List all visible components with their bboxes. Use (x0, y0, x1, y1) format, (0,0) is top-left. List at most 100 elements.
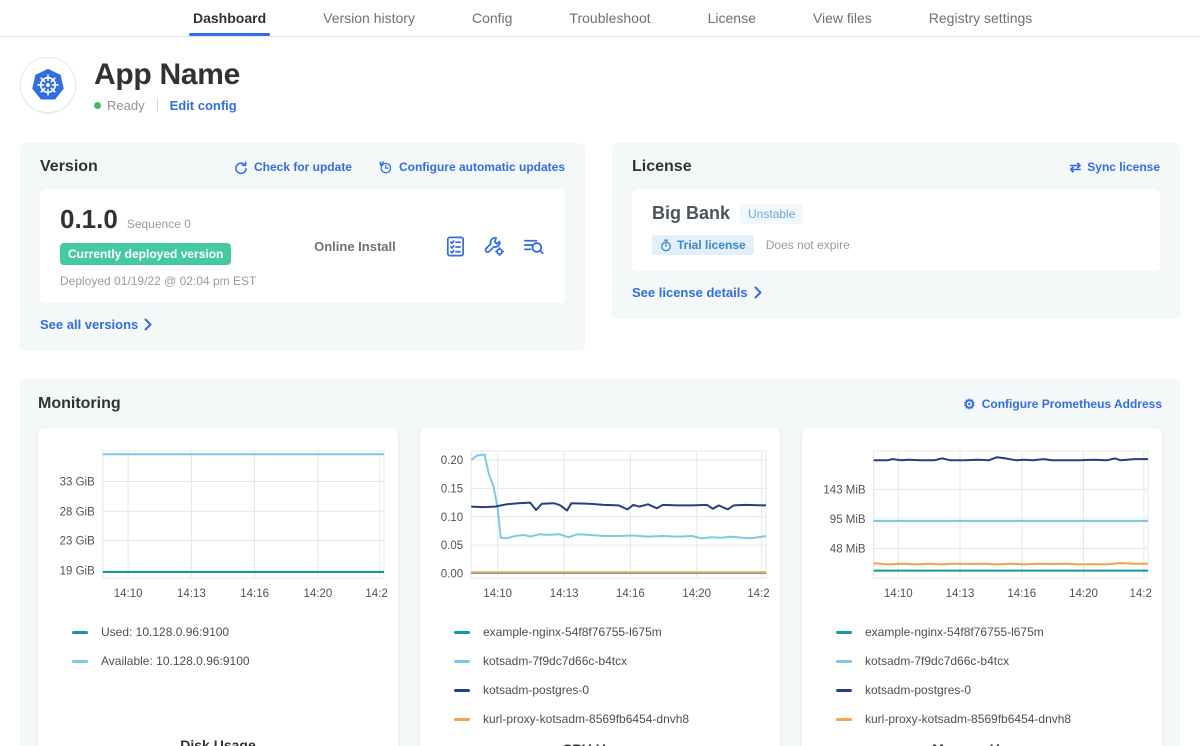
legend-swatch (836, 660, 852, 663)
memory-usage-chart: 143 MiB95 MiB48 MiB14:1014:1314:1614:201… (812, 442, 1152, 609)
svg-text:14:13: 14:13 (550, 588, 579, 600)
memory-usage-chart-card: 143 MiB95 MiB48 MiB14:1014:1314:1614:201… (802, 428, 1162, 746)
legend-item: kotsadm-7f9dc7d66c-b4tcx (836, 654, 1154, 668)
legend-label: kotsadm-postgres-0 (865, 683, 971, 697)
chart-legend: example-nginx-54f8f76755-l675m kotsadm-7f… (836, 625, 1154, 741)
tab-view-files[interactable]: View files (813, 0, 872, 36)
gear-icon: ⚙ (963, 397, 976, 411)
license-expiry: Does not expire (766, 238, 850, 252)
legend-item: Available: 10.128.0.96:9100 (72, 654, 390, 668)
kubernetes-icon (27, 64, 69, 106)
tab-troubleshoot[interactable]: Troubleshoot (569, 0, 650, 36)
app-logo (20, 57, 76, 113)
clock-refresh-icon (378, 160, 393, 175)
legend-swatch (454, 718, 470, 721)
svg-text:14:16: 14:16 (616, 588, 645, 600)
svg-text:95 MiB: 95 MiB (830, 514, 866, 526)
configure-auto-updates-link[interactable]: Configure automatic updates (378, 160, 565, 175)
svg-text:19 GiB: 19 GiB (60, 565, 95, 577)
license-section-title: License (632, 158, 692, 176)
legend-item: kotsadm-7f9dc7d66c-b4tcx (454, 654, 772, 668)
svg-text:0.15: 0.15 (441, 483, 463, 495)
disk-usage-chart: 33 GiB 28 GiB 23 GiB 19 GiB 14:10 14:13 14:16 1… (48, 442, 388, 609)
legend-label: Used: 10.128.0.96:9100 (101, 625, 229, 639)
version-card: Version Check for update Configure autom… (20, 143, 585, 351)
cpu-usage-chart: 0.20 0.15 0.10 0.05 0.00 14:10 14:13 14:16 14:20… (430, 442, 770, 609)
legend-item: example-nginx-54f8f76755-l675m (454, 625, 772, 639)
svg-text:14:10: 14:10 (483, 588, 512, 600)
svg-text:48 MiB: 48 MiB (830, 543, 866, 555)
svg-text:14:23: 14:23 (747, 588, 770, 600)
svg-text:14:16: 14:16 (240, 588, 269, 600)
svg-text:23 GiB: 23 GiB (60, 536, 95, 548)
configure-prometheus-link[interactable]: ⚙ Configure Prometheus Address (963, 397, 1162, 411)
app-status: Ready (107, 98, 145, 113)
legend-swatch (72, 660, 88, 663)
svg-text:14:10: 14:10 (884, 588, 913, 600)
legend-item: Used: 10.128.0.96:9100 (72, 625, 390, 639)
svg-text:14:16: 14:16 (1007, 588, 1036, 600)
chart-legend: example-nginx-54f8f76755-l675m kotsadm-7f… (454, 625, 772, 741)
legend-item: kotsadm-postgres-0 (454, 683, 772, 697)
edit-config-gear-icon[interactable] (483, 235, 506, 258)
svg-text:28 GiB: 28 GiB (60, 506, 95, 518)
svg-text:14:10: 14:10 (114, 588, 143, 600)
legend-swatch (72, 631, 88, 634)
svg-text:0.20: 0.20 (441, 455, 463, 467)
tab-version-history[interactable]: Version history (323, 0, 415, 36)
edit-config-link[interactable]: Edit config (170, 98, 237, 113)
preflight-checks-icon[interactable] (444, 235, 467, 258)
current-version-panel: 0.1.0 Sequence 0 Currently deployed vers… (40, 189, 565, 303)
cpu-usage-chart-card: 0.20 0.15 0.10 0.05 0.00 14:10 14:13 14:16 14:20… (420, 428, 780, 746)
svg-text:33 GiB: 33 GiB (60, 477, 95, 489)
license-panel: Big Bank Unstable Trial license Does not… (632, 189, 1160, 271)
sync-license-link[interactable]: ⇄ Sync license (1070, 160, 1160, 174)
chart-title: CPU Usage (428, 741, 772, 746)
legend-label: kurl-proxy-kotsadm-8569fb6454-dnvh8 (483, 712, 689, 726)
see-all-versions-link[interactable]: See all versions (40, 317, 152, 332)
trial-license-badge: Trial license (652, 235, 754, 255)
top-nav: Dashboard Version history Config Trouble… (0, 0, 1200, 37)
tab-dashboard[interactable]: Dashboard (193, 0, 266, 36)
version-sequence: Sequence 0 (127, 217, 191, 231)
svg-text:14:13: 14:13 (177, 588, 206, 600)
legend-item: example-nginx-54f8f76755-l675m (836, 625, 1154, 639)
monitoring-section-title: Monitoring (38, 395, 121, 413)
channel-badge: Unstable (740, 204, 803, 224)
divider (157, 98, 158, 112)
svg-text:0.00: 0.00 (441, 569, 463, 581)
legend-label: kotsadm-postgres-0 (483, 683, 589, 697)
legend-label: kotsadm-7f9dc7d66c-b4tcx (865, 654, 1009, 668)
legend-swatch (836, 718, 852, 721)
install-type-label: Online Install (314, 239, 396, 254)
deploy-logs-icon[interactable] (522, 235, 545, 258)
refresh-icon (233, 160, 248, 175)
tab-registry-settings[interactable]: Registry settings (929, 0, 1032, 36)
legend-swatch (836, 689, 852, 692)
version-section-title: Version (40, 158, 98, 176)
legend-item: kurl-proxy-kotsadm-8569fb6454-dnvh8 (836, 712, 1154, 726)
legend-label: example-nginx-54f8f76755-l675m (483, 625, 662, 639)
sync-icon: ⇄ (1070, 160, 1082, 174)
legend-item: kurl-proxy-kotsadm-8569fb6454-dnvh8 (454, 712, 772, 726)
monitoring-section: Monitoring ⚙ Configure Prometheus Addres… (20, 379, 1180, 746)
legend-swatch (454, 631, 470, 634)
version-number: 0.1.0 (60, 204, 118, 235)
svg-text:14:23: 14:23 (365, 588, 388, 600)
svg-text:0.05: 0.05 (441, 540, 463, 552)
legend-item: kotsadm-postgres-0 (836, 683, 1154, 697)
app-header: App Name Ready Edit config (0, 37, 1200, 113)
tab-license[interactable]: License (708, 0, 756, 36)
legend-label: kurl-proxy-kotsadm-8569fb6454-dnvh8 (865, 712, 1071, 726)
check-for-update-link[interactable]: Check for update (233, 160, 352, 175)
status-dot (94, 102, 101, 109)
svg-text:14:20: 14:20 (304, 588, 333, 600)
see-license-details-link[interactable]: See license details (632, 285, 762, 300)
svg-text:14:20: 14:20 (682, 588, 711, 600)
legend-swatch (454, 689, 470, 692)
tab-config[interactable]: Config (472, 0, 512, 36)
legend-swatch (454, 660, 470, 663)
svg-text:0.10: 0.10 (441, 512, 463, 524)
deployed-timestamp: Deployed 01/19/22 @ 02:04 pm EST (60, 274, 290, 288)
svg-text:14:20: 14:20 (1069, 588, 1098, 600)
